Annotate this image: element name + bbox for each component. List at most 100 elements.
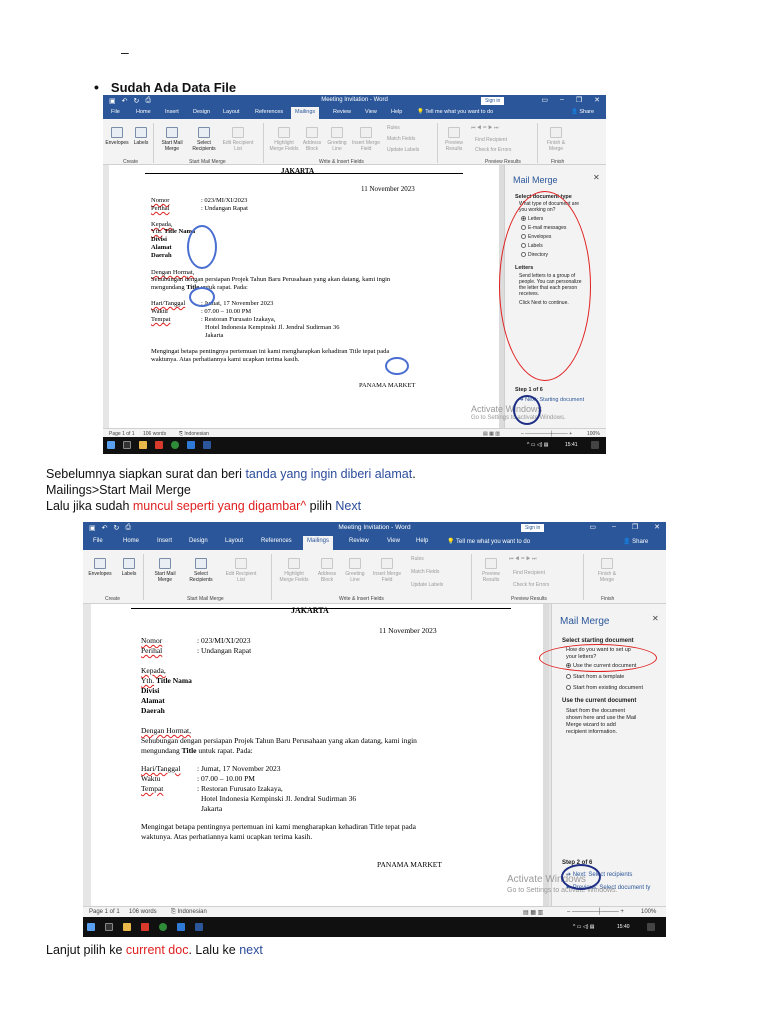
file-explorer-icon[interactable]	[139, 441, 147, 449]
notification-icon[interactable]	[647, 923, 655, 931]
maximize-icon[interactable]: ❐	[576, 96, 582, 104]
tab-view[interactable]: View	[387, 538, 400, 544]
start-mail-merge-button[interactable]: Start Mail Merge	[149, 558, 181, 583]
insert-merge-field-button[interactable]: Insert Merge Field	[369, 558, 405, 583]
tab-design[interactable]: Design	[189, 538, 208, 544]
tab-layout[interactable]: Layout	[225, 538, 243, 544]
chrome-icon[interactable]	[159, 923, 167, 931]
file-explorer-icon[interactable]	[123, 923, 131, 931]
zoom-slider[interactable]: – ──────┼──── +	[567, 909, 624, 915]
start-mail-merge-button[interactable]: Start Mail Merge	[158, 127, 186, 152]
chrome-icon[interactable]	[171, 441, 179, 449]
select-recipients-button[interactable]: Select Recipients	[189, 127, 219, 152]
address-block-button[interactable]: Address Block	[301, 127, 323, 152]
select-recipients-button[interactable]: Select Recipients	[183, 558, 219, 583]
highlight-merge-fields-button[interactable]: Highlight Merge Fields	[269, 127, 299, 152]
tab-file[interactable]: File	[111, 109, 120, 115]
rules-button[interactable]: Rules	[387, 125, 400, 131]
finish-merge-button[interactable]: Finish & Merge	[591, 558, 623, 583]
tab-file[interactable]: File	[93, 538, 103, 544]
word-icon[interactable]	[203, 441, 211, 449]
preview-results-button[interactable]: Preview Results	[443, 127, 465, 152]
match-fields-button[interactable]: Match Fields	[411, 569, 439, 575]
update-labels-button[interactable]: Update Labels	[411, 582, 443, 588]
tell-me-search[interactable]: 💡 Tell me what you want to do	[417, 109, 493, 115]
labels-button[interactable]: Labels	[117, 558, 141, 577]
word-icon[interactable]	[195, 923, 203, 931]
finish-merge-button[interactable]: Finish & Merge	[543, 127, 569, 152]
sign-in-button[interactable]: Sign in	[521, 524, 545, 532]
greeting-line-button[interactable]: Greeting Line	[341, 558, 369, 583]
minimize-icon[interactable]: –	[612, 523, 616, 531]
maximize-icon[interactable]: ❐	[632, 523, 638, 531]
insert-merge-field-button[interactable]: Insert Merge Field	[351, 127, 381, 152]
windows-start-icon[interactable]	[107, 441, 115, 449]
clock[interactable]: 15:40	[617, 924, 630, 930]
app-icon[interactable]	[155, 441, 163, 449]
windows-start-icon[interactable]	[87, 923, 95, 931]
rules-button[interactable]: Rules	[411, 556, 424, 562]
record-nav[interactable]: ⏮ ◀ ▭ ▶ ⏭	[509, 556, 536, 562]
edge-icon[interactable]	[177, 923, 185, 931]
clock[interactable]: 15:41	[565, 442, 578, 448]
labels-button[interactable]: Labels	[131, 127, 151, 146]
ribbon-options-icon[interactable]: ▭	[541, 96, 548, 104]
find-recipient-button[interactable]: Find Recipient	[513, 570, 545, 576]
task-view-icon[interactable]	[123, 441, 131, 449]
tab-layout[interactable]: Layout	[223, 109, 240, 115]
match-fields-button[interactable]: Match Fields	[387, 136, 415, 142]
close-icon[interactable]: ✕	[593, 173, 600, 182]
envelopes-button[interactable]: Envelopes	[105, 127, 129, 146]
close-icon[interactable]: ✕	[652, 614, 659, 623]
task-view-icon[interactable]	[105, 923, 113, 931]
minimize-icon[interactable]: –	[560, 96, 564, 104]
tell-me-search[interactable]: 💡 Tell me what you want to do	[447, 538, 530, 545]
tray-icons[interactable]: ^ ▭ ◁) ▤	[527, 442, 548, 448]
document-page[interactable]: JAKARTA 11 November 2023 Nomor : 023/MI/…	[91, 604, 543, 906]
radio-existing-doc[interactable]: Start from existing document	[566, 685, 643, 691]
notification-icon[interactable]	[591, 441, 599, 449]
word-count[interactable]: 106 words	[129, 909, 157, 915]
tab-insert[interactable]: Insert	[157, 538, 172, 544]
zoom-level[interactable]: 100%	[641, 909, 656, 915]
view-buttons[interactable]: ▤ ▦ ▥	[523, 909, 543, 916]
tab-home[interactable]: Home	[123, 538, 139, 544]
close-icon[interactable]: ✕	[594, 96, 600, 104]
document-page[interactable]: JAKARTA 11 November 2023 Nomor : 023/MI/…	[109, 165, 499, 428]
tab-references[interactable]: References	[255, 109, 283, 115]
tab-references[interactable]: References	[261, 538, 292, 544]
ribbon-options-icon[interactable]: ▭	[589, 523, 596, 531]
highlight-merge-fields-button[interactable]: Highlight Merge Fields	[277, 558, 311, 583]
app-icon[interactable]	[141, 923, 149, 931]
tab-home[interactable]: Home	[136, 109, 151, 115]
update-labels-button[interactable]: Update Labels	[387, 147, 419, 153]
check-errors-button[interactable]: Check for Errors	[513, 582, 549, 588]
edge-icon[interactable]	[187, 441, 195, 449]
greeting-line-button[interactable]: Greeting Line	[325, 127, 349, 152]
tab-review[interactable]: Review	[349, 538, 369, 544]
tab-review[interactable]: Review	[333, 109, 351, 115]
language[interactable]: ⎘ Indonesian	[171, 909, 207, 916]
envelopes-button[interactable]: Envelopes	[85, 558, 115, 577]
tab-help[interactable]: Help	[391, 109, 402, 115]
tab-help[interactable]: Help	[416, 538, 428, 544]
tab-mailings[interactable]: Mailings	[303, 536, 334, 550]
close-icon[interactable]: ✕	[654, 523, 660, 531]
radio-from-template[interactable]: Start from a template	[566, 674, 624, 680]
sign-in-button[interactable]: Sign in	[481, 97, 505, 105]
page-count[interactable]: Page 1 of 1	[89, 909, 120, 915]
edit-recipient-list-button[interactable]: Edit Recipient List	[221, 558, 261, 583]
tray-icons[interactable]: ^ ▭ ◁) ▤	[573, 924, 594, 930]
tab-design[interactable]: Design	[193, 109, 210, 115]
tab-view[interactable]: View	[365, 109, 377, 115]
tab-mailings[interactable]: Mailings	[291, 107, 320, 119]
record-nav[interactable]: ⏮ ◀ ▭ ▶ ⏭	[471, 125, 498, 131]
share-button[interactable]: 👤 Share	[571, 109, 594, 115]
preview-results-button[interactable]: Preview Results	[477, 558, 505, 583]
share-button[interactable]: 👤 Share	[623, 538, 648, 545]
edit-recipient-list-button[interactable]: Edit Recipient List	[221, 127, 255, 152]
check-errors-button[interactable]: Check for Errors	[475, 147, 511, 153]
tab-insert[interactable]: Insert	[165, 109, 179, 115]
find-recipient-button[interactable]: Find Recipient	[475, 137, 507, 143]
address-block-button[interactable]: Address Block	[313, 558, 341, 583]
